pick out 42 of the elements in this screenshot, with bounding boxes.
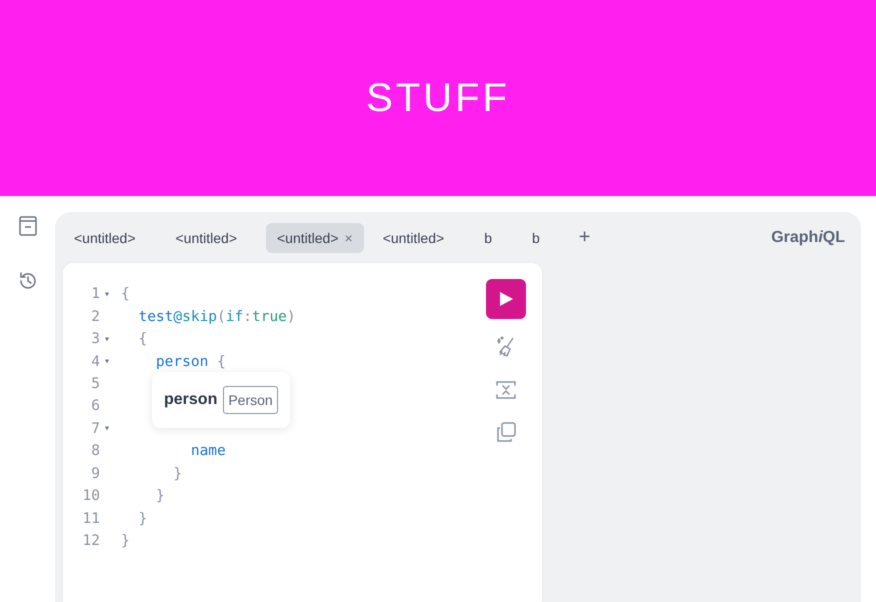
logo: GraphiQL — [771, 228, 845, 246]
tab[interactable]: <untitled> — [372, 222, 456, 252]
line-number: 7 — [90, 420, 100, 437]
fold-marker[interactable]: ▾ — [104, 288, 110, 300]
add-tab-button[interactable]: + — [572, 225, 596, 250]
code-text: person { — [154, 354, 226, 370]
banner-title: STUFF — [366, 76, 510, 120]
line-number: 6 — [90, 398, 100, 414]
line-number: 3 — [90, 331, 100, 348]
fold-marker[interactable]: ▾ — [104, 334, 110, 345]
line-number: 2 — [90, 308, 100, 325]
line-number: 8 — [90, 443, 100, 460]
code-text: } — [121, 533, 130, 550]
line-number: 9 — [90, 466, 100, 482]
line-number: 11 — [82, 510, 100, 527]
line-number: 12 — [82, 533, 100, 550]
code-text: } — [137, 510, 148, 527]
code-text: { — [121, 286, 130, 302]
query-editor[interactable]: 1 ▾ { 2 test@skip(if:true) 3 ▾ { 4 ▾ person { 5 6 7 ▾ 8 name 9 } 10 } 11 } 12 } person Person — [63, 263, 542, 602]
copy-icon[interactable] — [495, 421, 517, 443]
tab[interactable]: b — [473, 222, 503, 252]
line-number: 1 — [90, 286, 100, 302]
fold-marker[interactable]: ▾ — [104, 423, 110, 434]
field-name: person — [164, 391, 218, 409]
tab[interactable]: <untitled> — [63, 222, 146, 252]
code-text: } — [172, 466, 182, 482]
run-button[interactable] — [486, 279, 526, 319]
line-number: 4 — [90, 354, 100, 370]
type-label[interactable]: Person — [223, 386, 278, 414]
line-number: 10 — [82, 488, 100, 504]
document-icon[interactable] — [18, 215, 38, 237]
fold-marker[interactable]: ▾ — [104, 356, 110, 368]
code-text: name — [190, 443, 226, 460]
tab[interactable]: b — [520, 222, 551, 252]
tab[interactable]: <untitled> — [164, 222, 248, 252]
line-number: 5 — [90, 376, 100, 392]
code-text: { — [137, 331, 148, 348]
code-text: test@skip(if:true) — [137, 308, 296, 325]
code-text: } — [154, 488, 165, 504]
merge-icon[interactable] — [495, 379, 517, 401]
tab[interactable]: <untitled> × — [266, 222, 364, 252]
play-icon — [498, 291, 514, 307]
